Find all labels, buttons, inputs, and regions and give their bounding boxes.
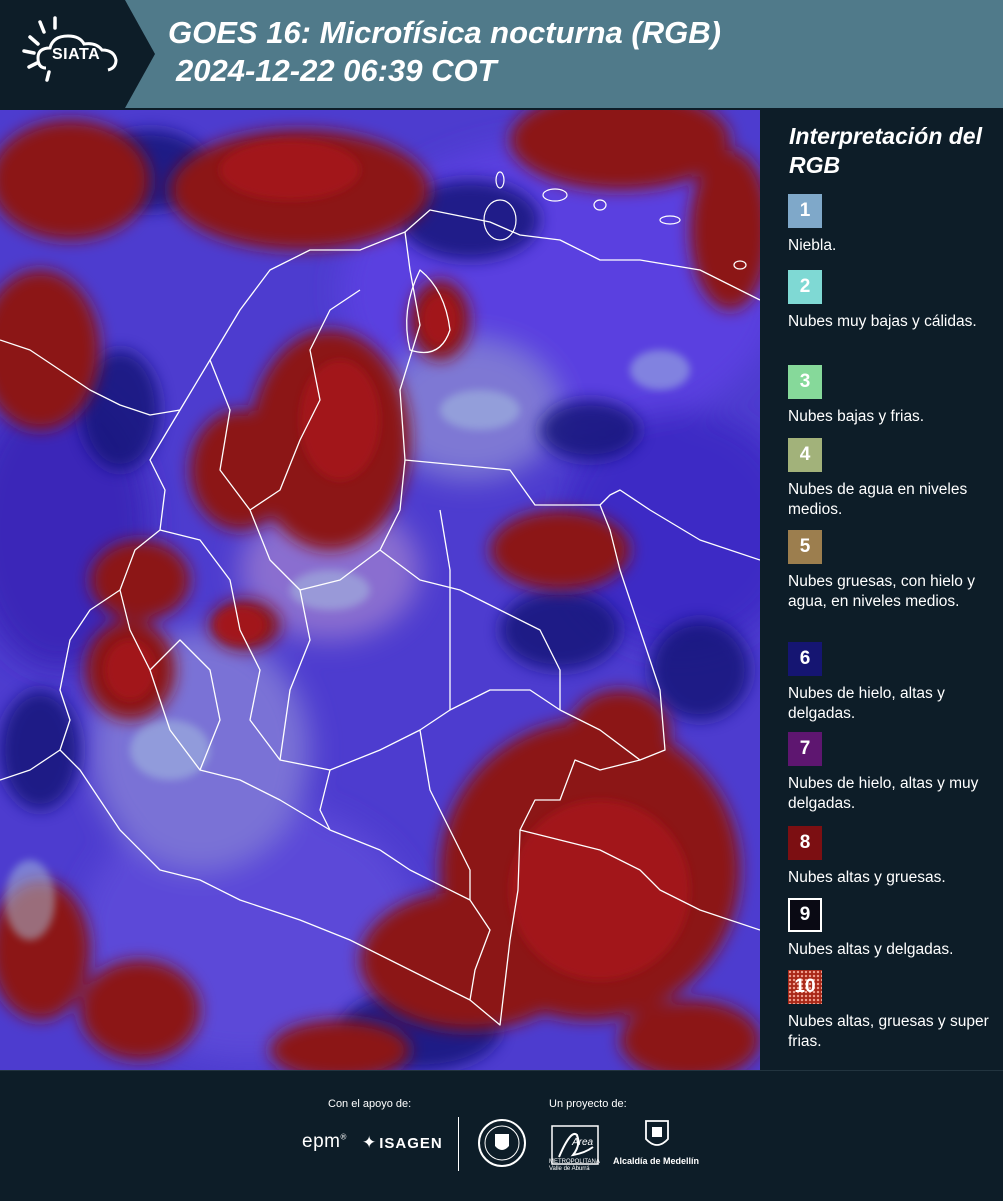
legend-swatch-10: 10 [788,970,822,1004]
legend-label-6: Nubes de hielo, altas y delgadas. [788,685,945,722]
isagen-star-icon: ✦ [362,1133,378,1152]
isagen-logo: ✦ ISAGEN [362,1133,443,1153]
legend-label-7: Nubes de hielo, altas y muy delgadas. [788,775,979,812]
legend-swatch-3: 3 [788,365,822,399]
area-subtext: METROPOLITANA Valle de Aburrá [549,1159,600,1172]
isagen-logo-text: ISAGEN [379,1135,443,1152]
area-logo-text: Área [572,1137,594,1148]
header-bar: SIATA GOES 16: Microfísica nocturna (RGB… [0,0,1003,108]
epm-logo: epm® [302,1131,347,1152]
legend-swatch-8: 8 [788,826,822,860]
siata-logo-text: SIATA [52,46,101,63]
legend-swatch-5: 5 [788,530,822,564]
page-title: GOES 16: Microfísica nocturna (RGB) 2024… [168,14,721,90]
legend-label-3: Nubes bajas y frias. [788,408,925,425]
legend-item-10: 10 Nubes altas, gruesas y super frias. [788,970,998,1052]
legend-label-1: Niebla. [788,237,837,254]
legend-swatch-1: 1 [788,194,822,228]
legend-swatch-7: 7 [788,732,822,766]
legend-item-7: 7 Nubes de hielo, altas y muy delgadas. [788,732,998,814]
footer: Con el apoyo de: Un proyecto de: epm® ✦ I… [0,1070,1003,1201]
legend-swatch-6: 6 [788,642,822,676]
legend-swatch-9: 9 [788,898,822,932]
footer-divider [458,1117,459,1171]
medellin-shield-icon [645,1120,669,1146]
alcaldia-text: Alcaldía de Medellín [613,1156,700,1166]
legend-label-9: Nubes altas y delgadas. [788,941,954,958]
siata-logo: SIATA [0,0,155,108]
legend-label-5: Nubes gruesas, con hielo y agua, en nive… [788,573,975,610]
legend-swatch-2: 2 [788,270,822,304]
legend-item-4: 4 Nubes de agua en niveles medios. [788,438,998,520]
legend-item-5: 5 Nubes gruesas, con hielo y agua, en ni… [788,530,998,612]
legend-title: Interpretación del RGB [789,123,982,178]
legend-label-2: Nubes muy bajas y cálidas. [788,313,977,330]
legend-item-9: 9 Nubes altas y delgadas. [788,898,998,960]
project-label: Un proyecto de: [549,1098,627,1110]
satellite-image [0,110,760,1070]
legend-label-4: Nubes de agua en niveles medios. [788,481,968,518]
university-seal-icon [478,1119,526,1167]
legend-item-3: 3 Nubes bajas y frias. [788,365,998,427]
legend-label-10: Nubes altas, gruesas y super frias. [788,1013,989,1050]
legend-label-8: Nubes altas y gruesas. [788,869,946,886]
support-label: Con el apoyo de: [328,1098,412,1110]
legend-item-6: 6 Nubes de hielo, altas y delgadas. [788,642,998,724]
title-line-1: GOES 16: Microfísica nocturna (RGB) [168,15,721,50]
epm-logo-text: epm [302,1131,341,1152]
legend-swatch-4: 4 [788,438,822,472]
title-timestamp: 2024-12-22 06:39 COT [176,53,497,88]
legend-item-8: 8 Nubes altas y gruesas. [788,826,998,888]
rgb-legend: Interpretación del RGB 1 Niebla. 2 Nubes… [762,110,1003,1070]
satellite-map[interactable] [0,110,760,1070]
legend-item-1: 1 Niebla. [788,194,998,256]
legend-item-2: 2 Nubes muy bajas y cálidas. [788,270,998,332]
